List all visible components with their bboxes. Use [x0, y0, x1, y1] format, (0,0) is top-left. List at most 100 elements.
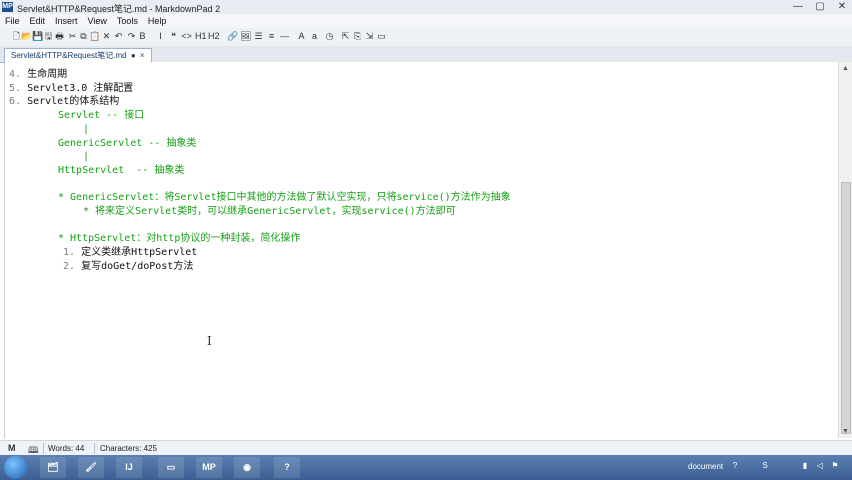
menu-edit[interactable]: Edit [25, 14, 51, 28]
taskbar-window-icon[interactable]: ▭ [158, 457, 184, 478]
editor-line[interactable]: * HttpServlet：对http协议的一种封装，简化操作 [58, 232, 300, 245]
taskbar-brush-icon[interactable]: 🖌 [78, 457, 104, 478]
status-bar: M 🕮 Words: 44 Characters: 425 [0, 440, 852, 456]
tab-modified-marker: ● [130, 51, 136, 60]
line-text: 定义类继承HttpServlet [81, 247, 198, 259]
line-text: Servlet的体系结构 [27, 96, 120, 108]
tray-sogou-icon[interactable]: S [760, 461, 770, 471]
list-number: 2. [63, 260, 76, 272]
taskbar-folder-icon[interactable]: 🗂 [40, 457, 66, 478]
scroll-up-icon[interactable]: ▲ [839, 62, 852, 75]
list-number: 6. [9, 96, 22, 108]
editor-line[interactable]: 6. Servlet的体系结构 [9, 95, 119, 108]
save-icon[interactable]: 💾 [32, 31, 43, 42]
list-number: 1. [63, 247, 76, 259]
menu-view[interactable]: View [83, 14, 112, 28]
timestamp-icon[interactable]: ◷ [324, 31, 335, 42]
taskbar-markdownpad-icon[interactable]: MP [196, 457, 222, 478]
lowercase-icon[interactable]: a [309, 31, 320, 42]
editor-line[interactable]: | [83, 123, 89, 136]
status-divider [94, 443, 95, 454]
tab-close-icon[interactable]: × [140, 51, 145, 60]
editor-line[interactable]: * GenericServlet：将Servlet接口中其他的方法做了默认空实现… [58, 191, 511, 204]
title-bar: MP Servlet&HTTP&Request笔记.md - MarkdownP… [0, 0, 852, 15]
delete-icon[interactable]: ✕ [101, 31, 112, 42]
tray-help-icon[interactable]: ? [730, 461, 740, 471]
quote-icon[interactable]: ❝ [168, 31, 179, 42]
options-icon[interactable]: ▭ [376, 31, 387, 42]
heading2-icon[interactable]: H2 [208, 31, 219, 42]
tray-volume-icon[interactable]: ◁ [815, 461, 825, 471]
line-text: Servlet3.0 注解配置 [27, 82, 134, 94]
numbered-list-icon[interactable]: ≡ [266, 31, 277, 42]
editor-line[interactable]: HttpServlet -- 抽象类 [58, 164, 184, 177]
taskbar-help-icon[interactable]: ? [274, 457, 300, 478]
line-text: 复写doGet/doPost方法 [81, 260, 194, 272]
tray-label: document [688, 462, 724, 471]
line-text: * HttpServlet：对http协议的一种封装，简化操作 [58, 233, 301, 245]
vertical-scrollbar[interactable]: ▲ ▼ [838, 62, 852, 438]
tab-strip: Servlet&HTTP&Request笔记.md ● × [0, 46, 852, 63]
scroll-down-icon[interactable]: ▼ [839, 425, 852, 438]
status-divider [43, 443, 44, 454]
close-icon[interactable]: ✕ [836, 1, 848, 13]
editor-line[interactable]: Servlet -- 接口 [58, 109, 144, 122]
tray-network-icon[interactable]: ▮ [800, 461, 810, 471]
cut-icon[interactable]: ✂ [67, 31, 78, 42]
bold-icon[interactable]: B [137, 31, 148, 42]
editor-line[interactable]: 4. 生命周期 [9, 68, 67, 81]
italic-icon[interactable]: I [155, 31, 166, 42]
editor-line[interactable]: 2. 复写doGet/doPost方法 [63, 260, 193, 273]
menu-insert[interactable]: Insert [50, 14, 83, 28]
line-text: * 将来定义Servlet类时，可以继承GenericServlet，实现ser… [83, 206, 456, 217]
heading1-icon[interactable]: H1 [195, 31, 206, 42]
tab-document[interactable]: Servlet&HTTP&Request笔记.md ● × [4, 48, 152, 62]
editor-line[interactable]: 5. Servlet3.0 注解配置 [9, 82, 133, 95]
open-folder-icon[interactable]: 📂 [21, 31, 32, 42]
export-icon[interactable]: ⇲ [364, 31, 375, 42]
scroll-thumb[interactable] [841, 182, 851, 434]
preview-toggle-icon[interactable]: ⇱ [340, 31, 351, 42]
editor-area[interactable]: 4. 生命周期 5. Servlet3.0 注解配置 6. Servlet的体系结构… [4, 62, 839, 438]
horizontal-rule-icon[interactable]: — [279, 31, 290, 42]
taskbar-intellij-icon[interactable]: IJ [116, 457, 142, 478]
list-number: 4. [9, 69, 22, 80]
editor-line[interactable]: GenericServlet -- 抽象类 [58, 137, 196, 150]
line-text: HttpServlet -- 抽象类 [58, 164, 185, 176]
start-button-icon[interactable] [4, 456, 27, 479]
save-all-icon[interactable]: 🖫 [43, 31, 54, 42]
editor-line[interactable]: * 将来定义Servlet类时，可以继承GenericServlet，实现ser… [83, 205, 456, 218]
tray-flag-icon[interactable]: ⚑ [830, 461, 840, 471]
image-icon[interactable]: 🖼 [240, 31, 251, 42]
text-cursor-icon: I [207, 334, 212, 348]
menu-help[interactable]: Help [143, 14, 172, 28]
maximize-icon[interactable]: ▢ [814, 1, 826, 13]
paste-icon[interactable]: 📋 [89, 31, 100, 42]
redo-icon[interactable]: ↷ [126, 31, 137, 42]
toolbar: 🗋 📂 💾 🖫 🖶 ✂ ⧉ 📋 ✕ ↶ ↷ B I ❝ <> H1 H2 🔗 🖼 ☰ ≡ — Aa ◷ ⇱ ⎘ ⇲ ▭ [0, 28, 852, 47]
line-text: GenericServlet -- 抽象类 [58, 137, 197, 149]
undo-icon[interactable]: ↶ [113, 31, 124, 42]
word-count: Words: 44 [48, 444, 85, 453]
list-number: 5. [9, 82, 22, 94]
line-text: 生命周期 [27, 69, 68, 80]
markdown-mode-icon[interactable]: M [8, 443, 16, 453]
bullet-list-icon[interactable]: ☰ [253, 31, 264, 42]
live-preview-icon[interactable]: ⎘ [352, 31, 363, 42]
editor-line[interactable]: | [83, 150, 89, 163]
link-icon[interactable]: 🔗 [227, 31, 238, 42]
copy-icon[interactable]: ⧉ [78, 31, 89, 42]
uppercase-icon[interactable]: A [296, 31, 307, 42]
menu-tools[interactable]: Tools [112, 14, 143, 28]
taskbar: document ? S ▮ ◁ ⚑ 🗂 🖌 IJ ▭ MP ◉? [0, 455, 852, 480]
line-text: * GenericServlet：将Servlet接口中其他的方法做了默认空实现… [58, 192, 511, 204]
menu-file[interactable]: File [0, 14, 25, 28]
code-icon[interactable]: <> [181, 31, 192, 42]
character-count: Characters: 425 [100, 444, 157, 453]
print-icon[interactable]: 🖶 [54, 31, 65, 42]
taskbar-chrome-icon[interactable]: ◉ [234, 457, 260, 478]
menu-bar: File Edit Insert View Tools Help [0, 14, 852, 28]
minimize-icon[interactable]: — [792, 1, 804, 13]
line-text: | [83, 151, 90, 163]
editor-line[interactable]: 1. 定义类继承HttpServlet [63, 246, 197, 259]
